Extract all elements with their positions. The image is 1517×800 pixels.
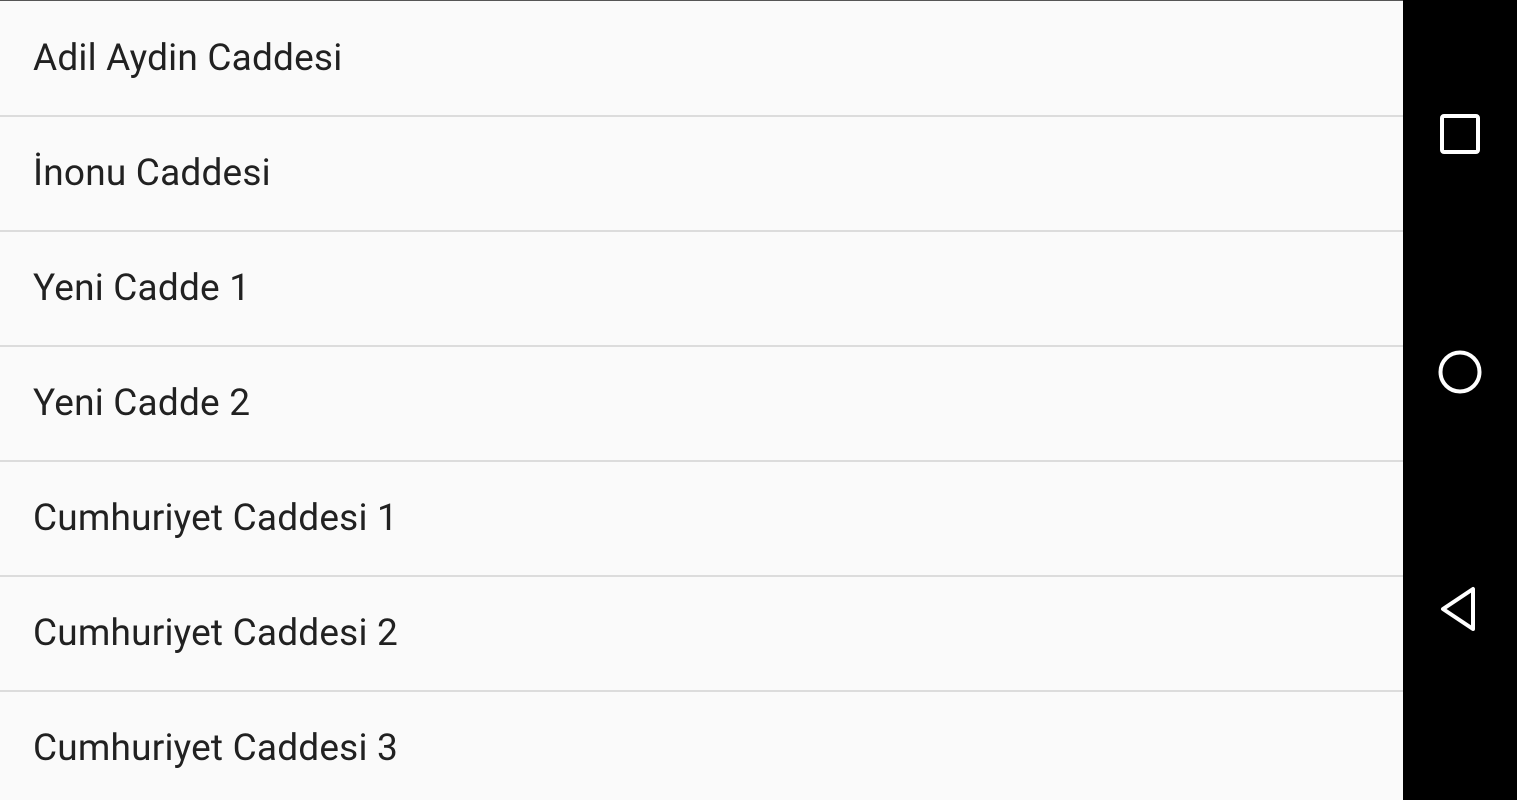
back-triangle-icon xyxy=(1441,587,1475,631)
list-item-label: Cumhuriyet Caddesi 1 xyxy=(33,497,399,540)
home-circle-icon xyxy=(1438,350,1482,394)
list-item[interactable]: Yeni Cadde 2 xyxy=(0,347,1403,462)
list-item[interactable]: Cumhuriyet Caddesi 1 xyxy=(0,462,1403,577)
list-item[interactable]: İnonu Caddesi xyxy=(0,117,1403,232)
street-list-container[interactable]: Adil Aydin Caddesi İnonu Caddesi Yeni Ca… xyxy=(0,0,1403,800)
list-item-label: Yeni Cadde 1 xyxy=(33,267,251,310)
list-item-label: Cumhuriyet Caddesi 3 xyxy=(33,727,399,770)
list-item[interactable]: Adil Aydin Caddesi xyxy=(0,1,1403,117)
back-button[interactable] xyxy=(1403,554,1517,664)
list-item[interactable]: Cumhuriyet Caddesi 2 xyxy=(0,577,1403,692)
home-button[interactable] xyxy=(1403,317,1517,427)
list-item-label: Adil Aydin Caddesi xyxy=(33,36,343,80)
list-item-label: Yeni Cadde 2 xyxy=(33,382,251,425)
list-item[interactable]: Cumhuriyet Caddesi 3 xyxy=(0,692,1403,800)
list-item-label: İnonu Caddesi xyxy=(33,152,271,195)
list-item[interactable]: Yeni Cadde 1 xyxy=(0,232,1403,347)
navigation-bar xyxy=(1403,0,1517,800)
recents-button[interactable] xyxy=(1403,79,1517,189)
app-screen: Adil Aydin Caddesi İnonu Caddesi Yeni Ca… xyxy=(0,0,1517,800)
recents-square-icon xyxy=(1440,114,1480,154)
street-list: Adil Aydin Caddesi İnonu Caddesi Yeni Ca… xyxy=(0,1,1403,800)
list-item-label: Cumhuriyet Caddesi 2 xyxy=(33,612,399,655)
